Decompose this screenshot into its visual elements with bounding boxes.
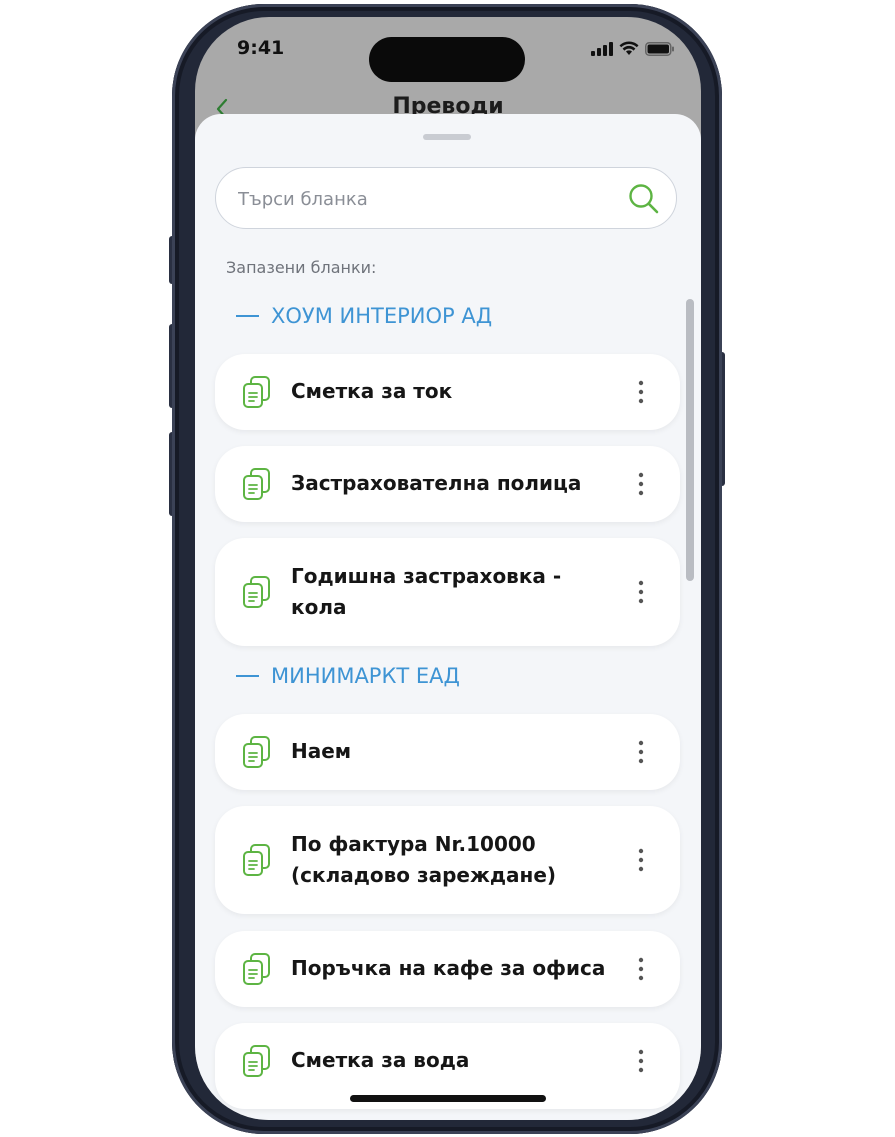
group-header: ХОУМ ИНТЕРИОР АД: [236, 304, 492, 328]
more-options-icon[interactable]: [632, 580, 650, 604]
search-input[interactable]: [236, 168, 610, 230]
battery-icon: [645, 41, 674, 56]
status-icons: [591, 41, 675, 56]
document-copy-icon: [243, 376, 270, 408]
dynamic-island: [369, 37, 525, 82]
sheet-grabber[interactable]: [423, 134, 471, 140]
more-options-icon[interactable]: [632, 1049, 650, 1073]
saved-form-item[interactable]: Годишна застраховка - кола: [215, 538, 680, 646]
document-copy-icon: [243, 953, 270, 985]
status-time: 9:41: [237, 37, 285, 59]
more-options-icon[interactable]: [632, 740, 650, 764]
more-options-icon[interactable]: [632, 957, 650, 981]
home-indicator[interactable]: [350, 1095, 546, 1102]
group-name: ХОУМ ИНТЕРИОР АД: [271, 304, 493, 328]
cellular-signal-icon: [591, 41, 613, 56]
group-dash: [236, 315, 259, 317]
saved-forms-sheet: Запазени бланки: ХОУМ ИНТЕРИОР АД Сметка…: [195, 114, 701, 1120]
search-icon[interactable]: [626, 181, 662, 217]
saved-form-item[interactable]: По фактура Nr.10000 (складово зареждане): [215, 806, 680, 914]
more-options-icon[interactable]: [632, 848, 650, 872]
status-bar: 9:41: [195, 17, 701, 82]
more-options-icon[interactable]: [632, 380, 650, 404]
search-field[interactable]: [215, 167, 677, 230]
saved-form-item[interactable]: Сметка за ток: [215, 354, 680, 430]
more-options-icon[interactable]: [632, 472, 650, 496]
saved-form-title: Сметка за вода: [291, 1048, 470, 1072]
document-copy-icon: [243, 844, 270, 876]
document-copy-icon: [243, 1045, 270, 1077]
saved-form-item[interactable]: Наем: [215, 714, 680, 790]
scrollbar[interactable]: [686, 299, 694, 581]
saved-form-title: Годишна застраховка - кола: [291, 564, 562, 619]
saved-form-title: Застрахователна полица: [291, 471, 582, 495]
group-header: МИНИМАРКТ ЕАД: [236, 664, 460, 688]
group-dash: [236, 675, 259, 677]
wifi-icon: [619, 41, 639, 55]
saved-form-title: По фактура Nr.10000 (складово зареждане): [291, 832, 557, 887]
saved-form-title: Наем: [291, 739, 352, 763]
saved-forms-label: Запазени бланки:: [226, 258, 377, 277]
document-copy-icon: [243, 736, 270, 768]
saved-form-item[interactable]: Поръчка на кафе за офиса: [215, 931, 680, 1007]
saved-form-item[interactable]: Застрахователна полица: [215, 446, 680, 522]
phone-screen: 9:41 Преводи Търси бланка Запазени бланк…: [195, 17, 701, 1120]
saved-form-title: Сметка за ток: [291, 379, 453, 403]
document-copy-icon: [243, 576, 270, 608]
group-name: МИНИМАРКТ ЕАД: [271, 664, 460, 688]
saved-form-title: Поръчка на кафе за офиса: [291, 956, 606, 980]
document-copy-icon: [243, 468, 270, 500]
